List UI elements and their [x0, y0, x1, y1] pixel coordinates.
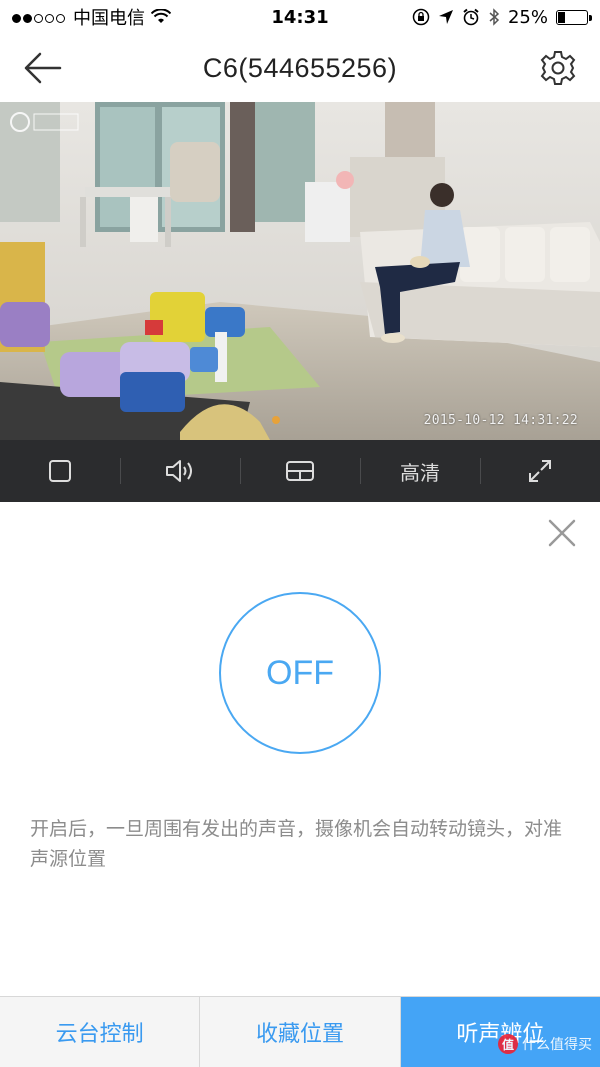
feature-description: 开启后，一旦周围有发出的声音，摄像机会自动转动镜头，对准声源位置: [30, 818, 563, 870]
battery-icon: [556, 9, 592, 25]
status-right: 25%: [412, 6, 592, 28]
back-arrow-icon[interactable]: [20, 48, 64, 88]
carrier-label: 中国电信: [73, 8, 145, 29]
camera-scene-image: [0, 102, 600, 440]
wifi-icon: [151, 9, 171, 23]
status-left: 中国电信: [12, 4, 171, 30]
split-screen-button[interactable]: [240, 440, 360, 502]
alarm-clock-icon: [463, 8, 479, 26]
player-toolbar: 高清: [0, 440, 600, 502]
location-arrow-icon: [438, 10, 453, 24]
bottom-tab-bar: 云台控制 收藏位置 听声辨位: [0, 996, 600, 1067]
watermark: 值 什么值得买: [498, 1034, 592, 1054]
signal-strength-icon: [12, 7, 67, 28]
page-title: C6(544655256): [202, 52, 398, 83]
close-icon[interactable]: [546, 517, 578, 549]
tab-ptz-control[interactable]: 云台控制: [0, 997, 200, 1067]
speaker-icon: [166, 460, 192, 482]
watermark-text: 什么值得买: [522, 1037, 592, 1053]
toggle-state-label: OFF: [266, 653, 334, 692]
fullscreen-expand-icon: [529, 460, 551, 482]
tab-sound-locate[interactable]: 听声辨位: [399, 997, 600, 1067]
status-bar: 中国电信 14:31 25%: [0, 0, 600, 34]
camera-live-view[interactable]: 2015-10-12 14:31:22: [0, 102, 600, 440]
video-timestamp: 2015-10-12 14:31:22: [423, 413, 578, 428]
record-square-icon: [49, 460, 71, 482]
tab-label: 收藏位置: [255, 1022, 344, 1047]
sound-locate-toggle[interactable]: OFF: [219, 592, 381, 754]
battery-percent: 25%: [507, 6, 548, 28]
watermark-logo-icon: 值: [498, 1034, 518, 1054]
fullscreen-button[interactable]: [480, 440, 600, 502]
split-screen-icon: [286, 461, 314, 481]
gear-icon[interactable]: [538, 48, 578, 88]
nav-bar: C6(544655256): [0, 34, 600, 102]
tab-saved-positions[interactable]: 收藏位置: [199, 997, 400, 1067]
rotation-lock-icon: [412, 8, 430, 26]
bluetooth-icon: [489, 8, 500, 26]
quality-label: 高清: [400, 460, 440, 485]
tab-label: 云台控制: [55, 1022, 144, 1047]
record-button[interactable]: [0, 440, 120, 502]
sound-button[interactable]: [120, 440, 240, 502]
quality-button[interactable]: 高清: [360, 440, 480, 502]
